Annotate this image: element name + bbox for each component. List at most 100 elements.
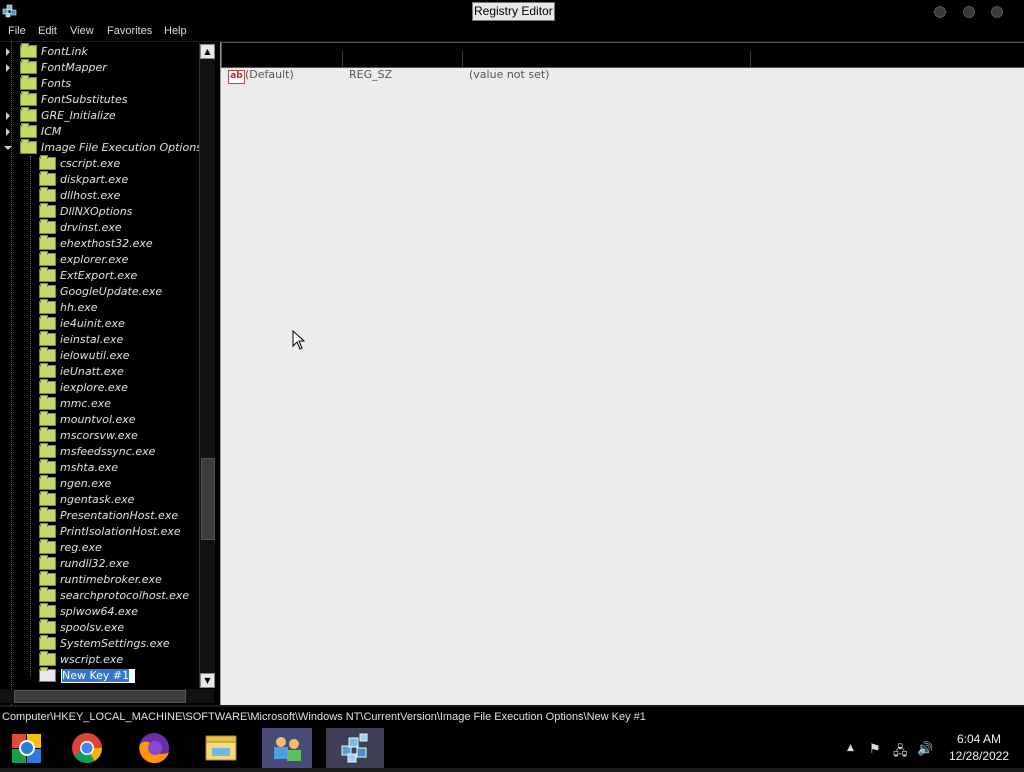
- network-icon[interactable]: 🖧: [893, 742, 908, 764]
- folder-icon: [20, 90, 37, 106]
- column-separator[interactable]: [750, 51, 751, 67]
- menu-help[interactable]: Help: [164, 25, 187, 37]
- menu-edit[interactable]: Edit: [38, 25, 57, 37]
- tree-node-label: PrintIsolationHost.exe: [60, 525, 181, 538]
- tree-node[interactable]: diskpart.exe: [39, 170, 128, 188]
- tree-node-label: GRE_Initialize: [41, 109, 116, 122]
- tree-node[interactable]: spoolsv.exe: [39, 618, 124, 636]
- taskbar-chrome[interactable]: [58, 728, 116, 768]
- folder-icon: [39, 426, 56, 442]
- tree-node-label: mshta.exe: [60, 461, 119, 474]
- list-row[interactable]: ab (Default) REG_SZ (value not set): [225, 68, 825, 84]
- tree-node[interactable]: explorer.exe: [39, 250, 128, 268]
- tree-node[interactable]: GRE_Initialize: [6, 106, 116, 124]
- tree-node[interactable]: FontLink: [6, 42, 88, 60]
- tree-node[interactable]: dllhost.exe: [39, 186, 120, 204]
- tree-node[interactable]: splwow64.exe: [39, 602, 138, 620]
- taskbar-regedit[interactable]: [326, 728, 384, 768]
- values-list-panel[interactable]: ab (Default) REG_SZ (value not set): [220, 42, 1024, 705]
- rename-input[interactable]: New Key #1: [60, 668, 136, 684]
- action-center-flag-icon[interactable]: ⚑: [869, 742, 881, 757]
- tray-overflow-chevron-icon[interactable]: ▲: [847, 743, 854, 753]
- rename-input-text: New Key #1: [62, 669, 130, 682]
- taskbar-file-explorer[interactable]: [192, 728, 250, 768]
- tree-node-label: searchprotocolhost.exe: [60, 589, 190, 602]
- tree-node[interactable]: runtimebroker.exe: [39, 570, 162, 588]
- folder-icon: [39, 650, 56, 666]
- control-panel-icon: [262, 728, 312, 768]
- tree-node[interactable]: SystemSettings.exe: [39, 634, 170, 652]
- minimize-button[interactable]: [934, 6, 946, 18]
- close-button[interactable]: [991, 6, 1003, 18]
- expand-arrow-icon[interactable]: [6, 64, 10, 72]
- tree-node[interactable]: PresentationHost.exe: [39, 506, 178, 524]
- tree-node[interactable]: wscript.exe: [39, 650, 123, 668]
- scroll-up-arrow-icon[interactable]: ▲: [200, 44, 215, 59]
- scroll-thumb[interactable]: [201, 458, 215, 540]
- expand-arrow-icon[interactable]: [6, 48, 10, 56]
- tree-node[interactable]: mscorsvw.exe: [39, 426, 138, 444]
- tree-node[interactable]: ielowutil.exe: [39, 346, 130, 364]
- tree-node-label: reg.exe: [60, 541, 102, 554]
- tree-guide-line: [30, 156, 31, 676]
- tree-node[interactable]: mountvol.exe: [39, 410, 136, 428]
- column-separator[interactable]: [342, 51, 343, 67]
- tree-vertical-scrollbar[interactable]: ▲ ▼: [199, 43, 215, 688]
- h-scroll-thumb[interactable]: [14, 690, 186, 703]
- folder-icon: [39, 394, 56, 410]
- taskbar-control-panel[interactable]: [258, 728, 316, 768]
- tree-node[interactable]: FontSubstitutes: [20, 90, 127, 108]
- taskbar-clock[interactable]: 6:04 AM 12/28/2022: [944, 731, 1014, 765]
- tree-node-label: mscorsvw.exe: [60, 429, 138, 442]
- tree-node[interactable]: mmc.exe: [39, 394, 111, 412]
- tree-node[interactable]: DllNXOptions: [39, 202, 132, 220]
- tree-node[interactable]: mshta.exe: [39, 458, 119, 476]
- tree-node[interactable]: FontMapper: [6, 58, 107, 76]
- tree-node[interactable]: iexplore.exe: [39, 378, 128, 396]
- tree-node[interactable]: ehexthost32.exe: [39, 234, 153, 252]
- tree-node[interactable]: ieUnatt.exe: [39, 362, 124, 380]
- expand-arrow-icon[interactable]: [6, 112, 10, 120]
- folder-icon: [20, 58, 37, 74]
- tree-node[interactable]: PrintIsolationHost.exe: [39, 522, 181, 540]
- tree-node[interactable]: drvinst.exe: [39, 218, 122, 236]
- tree-node[interactable]: cscript.exe: [39, 154, 120, 172]
- regedit-app-icon[interactable]: [2, 2, 18, 18]
- tree-node[interactable]: GoogleUpdate.exe: [39, 282, 162, 300]
- expand-arrow-icon[interactable]: [6, 128, 10, 136]
- tree-node[interactable]: ieinstal.exe: [39, 330, 123, 348]
- tree-node-label: ngen.exe: [60, 477, 112, 490]
- folder-icon: [39, 314, 56, 330]
- tree-node-label: hh.exe: [60, 301, 98, 314]
- menu-favorites[interactable]: Favorites: [107, 25, 152, 37]
- tree-node[interactable]: msfeedssync.exe: [39, 442, 155, 460]
- tree-node[interactable]: ie4uinit.exe: [39, 314, 125, 332]
- tree-node[interactable]: rundll32.exe: [39, 554, 129, 572]
- folder-icon: [39, 154, 56, 170]
- taskbar-chrome-tiles[interactable]: [0, 728, 58, 768]
- maximize-button[interactable]: [963, 6, 975, 18]
- tree-guide-line: [11, 42, 12, 705]
- registry-tree-panel[interactable]: FontLink FontMapper Fonts FontSubstitutes GR…: [0, 42, 215, 705]
- chrome-tiles-icon: [12, 734, 41, 763]
- menu-view[interactable]: View: [70, 25, 94, 37]
- volume-icon[interactable]: 🔊: [917, 742, 933, 757]
- tree-node[interactable]: reg.exe: [39, 538, 102, 556]
- tree-node-rename[interactable]: New Key #1: [39, 666, 136, 684]
- tree-node-label: Fonts: [41, 77, 72, 90]
- folder-icon: [20, 74, 37, 90]
- folder-icon: [20, 106, 37, 122]
- list-header[interactable]: [221, 42, 1024, 68]
- value-name: (Default): [245, 68, 294, 81]
- collapse-arrow-icon[interactable]: [4, 146, 12, 150]
- tree-node[interactable]: searchprotocolhost.exe: [39, 586, 190, 604]
- tree-horizontal-scrollbar[interactable]: [0, 689, 214, 703]
- taskbar-firefox[interactable]: [125, 728, 183, 768]
- menu-file[interactable]: File: [8, 25, 26, 37]
- scroll-down-arrow-icon[interactable]: ▼: [200, 673, 215, 688]
- tree-node[interactable]: ngentask.exe: [39, 490, 134, 508]
- tree-node[interactable]: ngen.exe: [39, 474, 112, 492]
- folder-icon: [39, 346, 56, 362]
- tree-node[interactable]: ExtExport.exe: [39, 266, 137, 284]
- column-separator[interactable]: [462, 51, 463, 67]
